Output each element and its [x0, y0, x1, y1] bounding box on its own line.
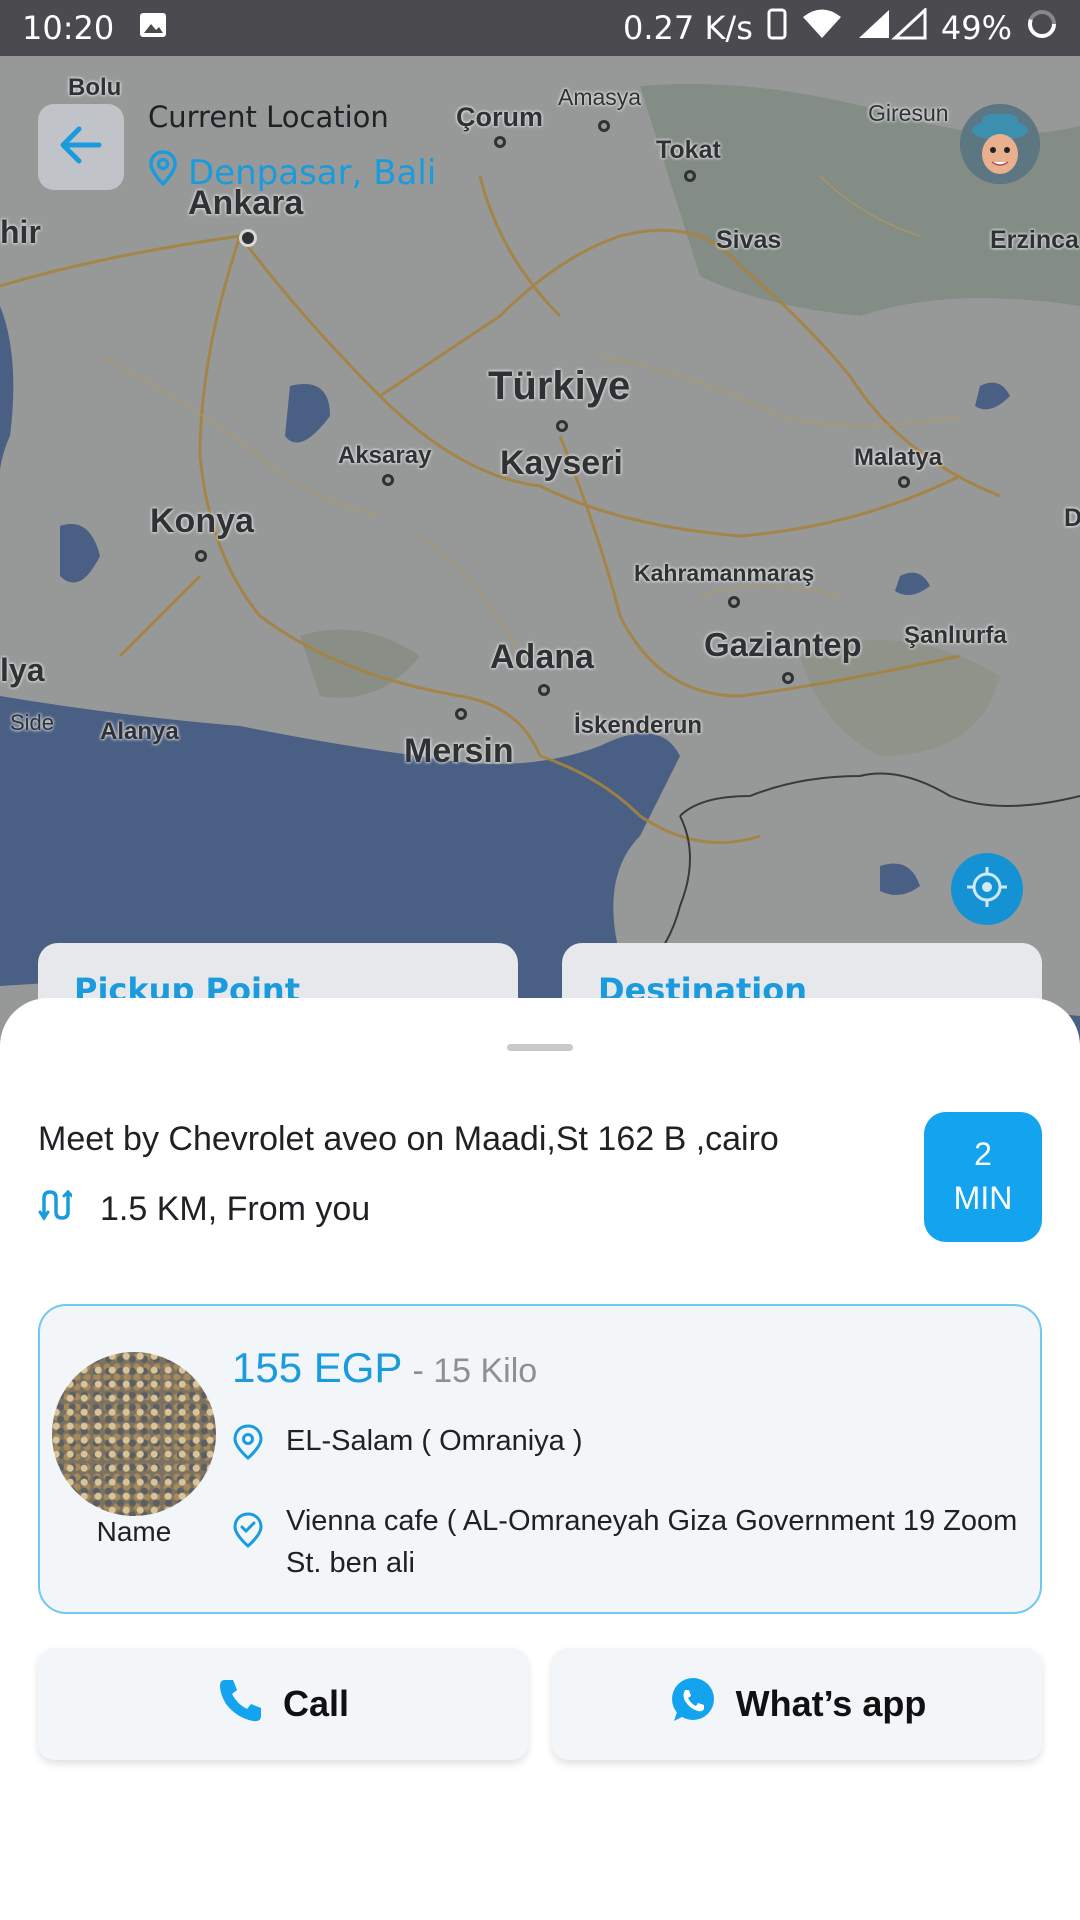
eta-value: 2: [974, 1136, 992, 1172]
status-bar: 10:20 0.27 K/s 49%: [0, 0, 1080, 56]
map-view[interactable]: Bolu Amasya Giresun Çorum Tokat Ankara S…: [0, 56, 1080, 1056]
map-label: D: [1064, 504, 1080, 532]
meet-description: Meet by Chevrolet aveo on Maadi,St 162 B…: [38, 1120, 779, 1158]
map-label: Çorum: [456, 102, 543, 132]
phone-call-icon: [217, 1676, 265, 1733]
product-image: [52, 1352, 216, 1516]
map-marker: [598, 120, 610, 132]
map-marker: [556, 420, 568, 432]
arrow-left-icon: [59, 125, 103, 169]
map-label: Bolu: [68, 74, 122, 101]
distance-text: 1.5 KM, From you: [100, 1190, 371, 1228]
back-button[interactable]: [38, 104, 124, 190]
phone-icon: [767, 8, 787, 48]
map-marker: [494, 136, 506, 148]
map-label: Gaziantep: [704, 626, 862, 663]
avatar[interactable]: [960, 104, 1040, 184]
status-time: 10:20: [22, 9, 115, 47]
pickup-row: EL-Salam ( Omraniya ): [232, 1420, 583, 1472]
my-location-button[interactable]: [951, 853, 1023, 925]
location-pin-icon: [148, 150, 178, 195]
eta-unit: MIN: [953, 1180, 1013, 1216]
whatsapp-icon: [668, 1675, 718, 1734]
price-amount: 155 EGP: [232, 1344, 403, 1391]
network-speed: 0.27 K/s: [623, 9, 753, 47]
crosshair-icon: [965, 865, 1009, 913]
map-label: Mersin: [404, 732, 514, 770]
map-label: Sivas: [716, 226, 782, 254]
map-label: lya: [0, 652, 45, 688]
battery-level: 49%: [940, 9, 1012, 47]
map-marker: [898, 476, 910, 488]
current-location-label: Current Location: [148, 100, 389, 134]
map-label: Side: [10, 710, 55, 735]
location-pin-icon: [232, 1420, 264, 1472]
whatsapp-button[interactable]: What’s app: [552, 1648, 1042, 1760]
map-label: Malatya: [854, 444, 943, 471]
call-button[interactable]: Call: [38, 1648, 528, 1760]
map-label: İskenderun: [574, 712, 703, 739]
map-overlay: [0, 56, 1080, 1056]
eta-badge: 2 MIN: [924, 1112, 1042, 1242]
distance-row: 1.5 KM, From you: [38, 1188, 370, 1231]
map-label: hir: [0, 214, 41, 250]
map-marker: [195, 550, 207, 562]
destination-address: Vienna cafe ( AL-Omraneyah Giza Governme…: [286, 1505, 1018, 1579]
order-card[interactable]: Name 155 EGP - 15 Kilo EL-Salam ( Omrani…: [38, 1304, 1042, 1614]
map-label: Adana: [490, 638, 594, 676]
route-icon: [38, 1188, 74, 1231]
call-label: Call: [282, 1683, 350, 1724]
map-label: Amasya: [558, 84, 642, 110]
map-marker: [242, 232, 254, 244]
map-marker: [382, 474, 394, 486]
map-label: Kahramanmaraş: [634, 560, 815, 586]
map-label: Erzinca: [990, 226, 1079, 254]
map-label: Kayseri: [500, 444, 623, 482]
map-marker: [684, 170, 696, 182]
map-marker: [538, 684, 550, 696]
battery-icon: [1026, 8, 1058, 48]
price-row: 155 EGP - 15 Kilo: [232, 1344, 537, 1392]
wifi-icon: [801, 8, 843, 48]
location-text: Denpasar, Bali: [188, 152, 437, 193]
bottom-sheet: Meet by Chevrolet aveo on Maadi,St 162 B…: [0, 998, 1080, 1920]
map-label: Şanlıurfa: [904, 622, 1007, 649]
pickup-address: EL-Salam ( Omraniya ): [286, 1425, 583, 1457]
map-label: Giresun: [868, 100, 949, 126]
weight-text: - 15 Kilo: [412, 1352, 538, 1390]
current-location-value[interactable]: Denpasar, Bali: [148, 150, 436, 195]
memoji-avatar-icon: [960, 104, 1040, 184]
gallery-icon: [138, 9, 168, 47]
drag-handle[interactable]: [507, 1044, 573, 1051]
verified-pin-icon: [232, 1500, 264, 1584]
map-label: Konya: [150, 502, 254, 540]
map-marker: [728, 596, 740, 608]
signal-icon: [857, 6, 927, 48]
map-label: Tokat: [656, 136, 721, 164]
map-label: Aksaray: [338, 442, 432, 469]
product-name: Name: [96, 1516, 172, 1547]
whatsapp-label: What’s app: [735, 1683, 927, 1724]
map-marker: [455, 708, 467, 720]
map-label: Alanya: [100, 718, 179, 745]
map-label: Türkiye: [488, 364, 631, 408]
map-marker: [782, 672, 794, 684]
destination-row: Vienna cafe ( AL-Omraneyah Giza Governme…: [232, 1500, 1022, 1584]
